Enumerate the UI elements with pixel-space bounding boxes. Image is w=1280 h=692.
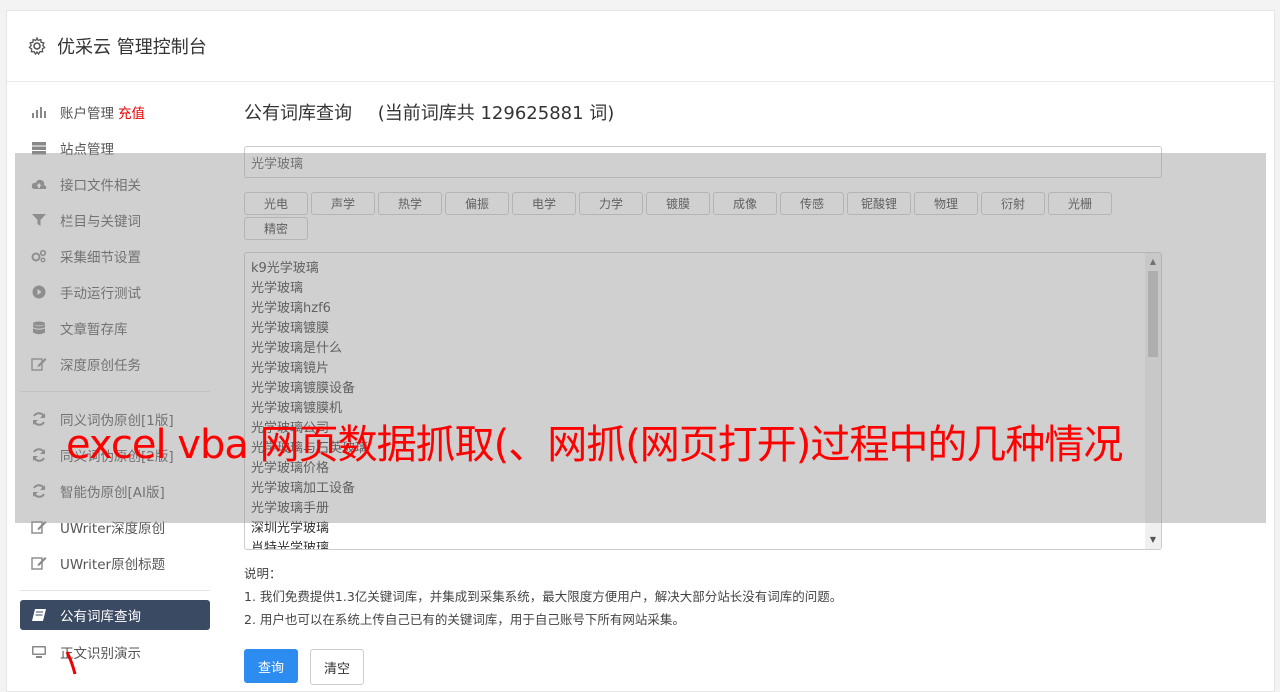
keyword-line: 光学玻璃hzf6 [251, 301, 331, 316]
note-line-2: 2. 用户也可以在系统上传自己已有的关键词库，用于自己账号下所有网站采集。 [244, 612, 685, 627]
cloud-upload-icon [30, 176, 48, 192]
note-line-1: 1. 我们免费提供1.3亿关键词库，并集成到采集系统，最大限度方便用户，解决大部… [244, 589, 843, 604]
sidebar-item-label: UWriter深度原创 [60, 521, 166, 537]
tag-button[interactable]: 声学 [311, 192, 375, 215]
tag-button[interactable]: 力学 [579, 192, 643, 215]
sidebar-item-group1-3[interactable]: 栏目与关键词 [20, 202, 210, 238]
keyword-search-input[interactable] [244, 146, 1162, 178]
red-stroke-mark [65, 651, 77, 675]
book-icon [30, 607, 48, 623]
sidebar-item-label: 接口文件相关 [60, 178, 141, 194]
scroll-up-icon[interactable]: ▲ [1145, 255, 1161, 269]
refresh-icon [30, 411, 48, 427]
word-count: (当前词库共 129625881 词) [377, 103, 615, 124]
sidebar-item-group1-5[interactable]: 手动运行测试 [20, 274, 210, 310]
tag-button[interactable]: 铌酸锂 [847, 192, 911, 215]
keyword-line: 光学玻璃镜片 [251, 361, 330, 376]
keyword-line: 光学玻璃镀膜 [251, 321, 330, 336]
tag-button[interactable]: 光栅 [1048, 192, 1112, 215]
sidebar-item-label: 手动运行测试 [60, 286, 141, 302]
sidebar-item-group1-2[interactable]: 接口文件相关 [20, 166, 210, 202]
tag-button[interactable]: 镀膜 [646, 192, 710, 215]
scroll-thumb[interactable] [1148, 271, 1158, 357]
keyword-line: 肖特光学玻璃 [251, 541, 330, 550]
sidebar-item-group2-3[interactable]: UWriter深度原创 [20, 509, 210, 545]
keyword-line: 光学玻璃手册 [251, 501, 330, 516]
scroll-down-icon[interactable]: ▼ [1145, 533, 1161, 547]
sidebar-item-label: 栏目与关键词 [60, 214, 141, 230]
sidebar-item-group3-0[interactable]: 公有词库查询 [20, 600, 210, 630]
keyword-line: 深圳光学玻璃 [251, 521, 330, 536]
sidebar-item-group2-2[interactable]: 智能伪原创[AI版] [20, 473, 210, 509]
keyword-line: k9光学玻璃 [251, 261, 319, 276]
tag-button[interactable]: 热学 [378, 192, 442, 215]
keyword-lines: k9光学玻璃 光学玻璃 光学玻璃hzf6 光学玻璃镀膜 光学玻璃是什么 光学玻璃镜片 光学玻… [245, 253, 1161, 550]
page-title-text: 公有词库查询 [244, 103, 352, 124]
recharge-link[interactable]: 充值 [118, 102, 145, 122]
sidebar-item-group1-6[interactable]: 文章暂存库 [20, 310, 210, 346]
tag-button[interactable]: 偏振 [445, 192, 509, 215]
tag-button[interactable]: 精密 [244, 217, 308, 240]
sidebar-item-group1-4[interactable]: 采集细节设置 [20, 238, 210, 274]
play-circle-icon [30, 284, 48, 300]
edit-icon [30, 519, 48, 535]
sidebar-item-group1-1[interactable]: 站点管理 [20, 130, 210, 166]
sidebar-item-group1-0[interactable]: 账户管理 充值 [20, 94, 210, 130]
category-tags: 光电 声学 热学 偏振 电学 力学 镀膜 成像 传感 铌酸锂 物理 衍射 光栅精密 [244, 192, 1174, 242]
sidebar-item-label: 账户管理 [60, 106, 114, 122]
gear-icon [27, 36, 47, 56]
edit-icon [30, 356, 48, 372]
header-bar: 优采云 管理控制台 [7, 11, 1274, 82]
keyword-line: 光学玻璃是什么 [251, 341, 343, 356]
sidebar-item-label: 智能伪原创[AI版] [60, 485, 165, 501]
tag-button[interactable]: 成像 [713, 192, 777, 215]
results-scrollbar[interactable]: ▲ ▼ [1145, 253, 1161, 549]
monitor-icon [30, 644, 48, 660]
tag-button[interactable]: 衍射 [981, 192, 1045, 215]
clear-button[interactable]: 清空 [310, 649, 364, 685]
keyword-line: 光学玻璃 [251, 281, 304, 296]
sidebar-item-label: 采集细节设置 [60, 250, 141, 266]
sidebar-item-label: 公有词库查询 [60, 609, 141, 625]
sidebar-divider [20, 391, 210, 392]
app-title: 优采云 管理控制台 [57, 37, 207, 58]
query-button[interactable]: 查询 [244, 649, 298, 683]
bar-chart-icon [30, 104, 48, 120]
gears-icon [30, 248, 48, 264]
sidebar-item-label: 文章暂存库 [60, 322, 128, 338]
page-title: 公有词库查询 (当前词库共 129625881 词) [244, 98, 1164, 130]
database-icon [30, 320, 48, 336]
sidebar-item-label: UWriter原创标题 [60, 557, 166, 573]
keyword-results-list[interactable]: k9光学玻璃 光学玻璃 光学玻璃hzf6 光学玻璃镀膜 光学玻璃是什么 光学玻璃镜片 光学玻… [244, 252, 1162, 550]
sidebar-item-label: 站点管理 [60, 142, 114, 158]
sidebar: 账户管理 充值站点管理接口文件相关 栏目与关键词 采集细节设置 手动运行测试 文章暂存库深… [20, 94, 210, 670]
tag-button[interactable]: 光电 [244, 192, 308, 215]
sidebar-item-group3-1[interactable]: 正文识别演示 [20, 634, 210, 670]
main-content: 公有词库查询 (当前词库共 129625881 词) 光电声学热学偏振电学力学镀… [244, 98, 1164, 685]
refresh-icon [30, 483, 48, 499]
action-buttons: 查询 清空 [244, 649, 1164, 685]
refresh-icon [30, 447, 48, 463]
sidebar-item-group2-4[interactable]: UWriter原创标题 [20, 545, 210, 581]
keyword-line: 光学玻璃加工设备 [251, 481, 356, 496]
notes-section: 说明： 1. 我们免费提供1.3亿关键词库，并集成到采集系统，最大限度方便用户，… [244, 562, 1164, 631]
server-icon [30, 140, 48, 156]
edit-icon [30, 555, 48, 571]
filter-icon [30, 212, 48, 228]
sidebar-item-group1-7[interactable]: 深度原创任务 [20, 346, 210, 382]
tag-button[interactable]: 电学 [512, 192, 576, 215]
tag-button[interactable]: 物理 [914, 192, 978, 215]
keyword-line: 光学玻璃镀膜设备 [251, 381, 356, 396]
sidebar-item-label: 深度原创任务 [60, 358, 141, 374]
overlay-caption: excel vba 网页数据抓取(、网抓(网页打开)过程中的几种情况 [66, 422, 1123, 468]
sidebar-divider [20, 590, 210, 591]
tag-button[interactable]: 传感 [780, 192, 844, 215]
notes-title: 说明： [244, 566, 282, 581]
